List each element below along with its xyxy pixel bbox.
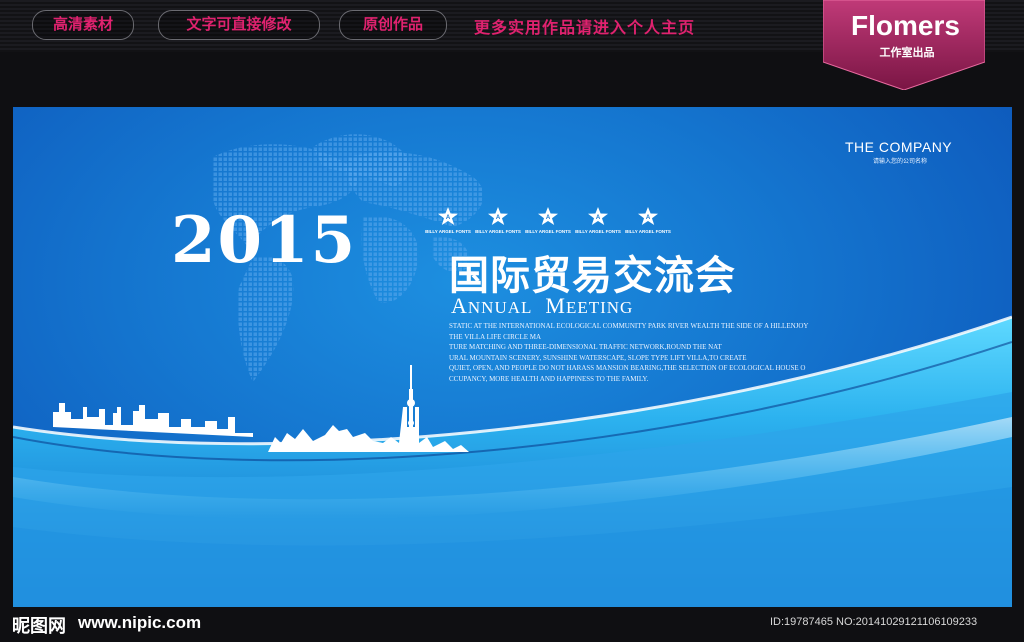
star-label: BILLY ARGEL FONTS: [475, 229, 521, 234]
star-badge-1: A BILLY ARGEL FONTS: [423, 207, 473, 234]
tag-hd-material[interactable]: 高清素材: [32, 10, 134, 40]
description-line: CCUPANCY, MORE HEALTH AND HAPPINESS TO T…: [449, 374, 649, 383]
star-label: BILLY ARGEL FONTS: [425, 229, 471, 234]
star-badge-5: A BILLY ARGEL FONTS: [623, 207, 673, 234]
svg-text:A: A: [646, 215, 651, 221]
brand-name[interactable]: Flomers: [838, 10, 973, 42]
company-name: THE COMPANY: [845, 139, 953, 155]
svg-text:A: A: [496, 215, 501, 221]
star-label: BILLY ARGEL FONTS: [625, 229, 671, 234]
star-icon: A: [438, 207, 458, 225]
star-label: BILLY ARGEL FONTS: [575, 229, 621, 234]
annual-meeting-heading: ANNUAL MEETING: [451, 293, 633, 319]
description-line: URAL MOUNTAIN SCENERY, SUNSHINE WATERSCA…: [449, 353, 747, 362]
svg-text:A: A: [546, 215, 551, 221]
nipic-url[interactable]: www.nipic.com: [78, 613, 201, 633]
tag-original-work[interactable]: 原创作品: [339, 10, 447, 40]
promo-link[interactable]: 更多实用作品请进入个人主页: [474, 14, 695, 38]
brand-subtitle: 工作室出品: [879, 47, 935, 59]
event-year: 2015: [171, 203, 358, 278]
nipic-logo: 昵图网: [12, 616, 66, 636]
star-badge-4: A BILLY ARGEL FONTS: [573, 207, 623, 234]
star-icon: A: [588, 207, 608, 225]
annual-rest: NNUAL: [467, 298, 533, 317]
description-text: STATIC AT THE INTERNATIONAL ECOLOGICAL C…: [449, 321, 829, 384]
svg-text:A: A: [596, 215, 601, 221]
company-subtitle: 请输入您的公司名称: [873, 159, 928, 165]
banner-image: THE COMPANY 请输入您的公司名称 A BILLY ARGEL FONT…: [13, 107, 1012, 607]
meeting-initial: M: [545, 293, 566, 318]
tag-editable-text[interactable]: 文字可直接修改: [158, 10, 320, 40]
annual-initial: A: [451, 293, 468, 318]
svg-text:A: A: [446, 215, 451, 221]
description-line: STATIC AT THE INTERNATIONAL ECOLOGICAL C…: [449, 322, 809, 330]
star-badge-2: A BILLY ARGEL FONTS: [473, 207, 523, 234]
description-line: TURE MATCHING AND THREE-DIMENSIONAL TRAF…: [449, 343, 722, 351]
star-icon: A: [638, 207, 658, 225]
description-line: QUIET, OPEN, AND PEOPLE DO NOT HARASS MA…: [449, 364, 806, 372]
description-line: THE VILLA LIFE CIRCLE MA: [449, 332, 542, 341]
star-icon: A: [488, 207, 508, 225]
star-label: BILLY ARGEL FONTS: [525, 229, 571, 234]
star-icon: A: [538, 207, 558, 225]
image-id-text: ID:19787465 NO:20141029121106109233: [770, 616, 978, 628]
meeting-rest: EETING: [565, 298, 634, 317]
star-badge-3: A BILLY ARGEL FONTS: [523, 207, 573, 234]
